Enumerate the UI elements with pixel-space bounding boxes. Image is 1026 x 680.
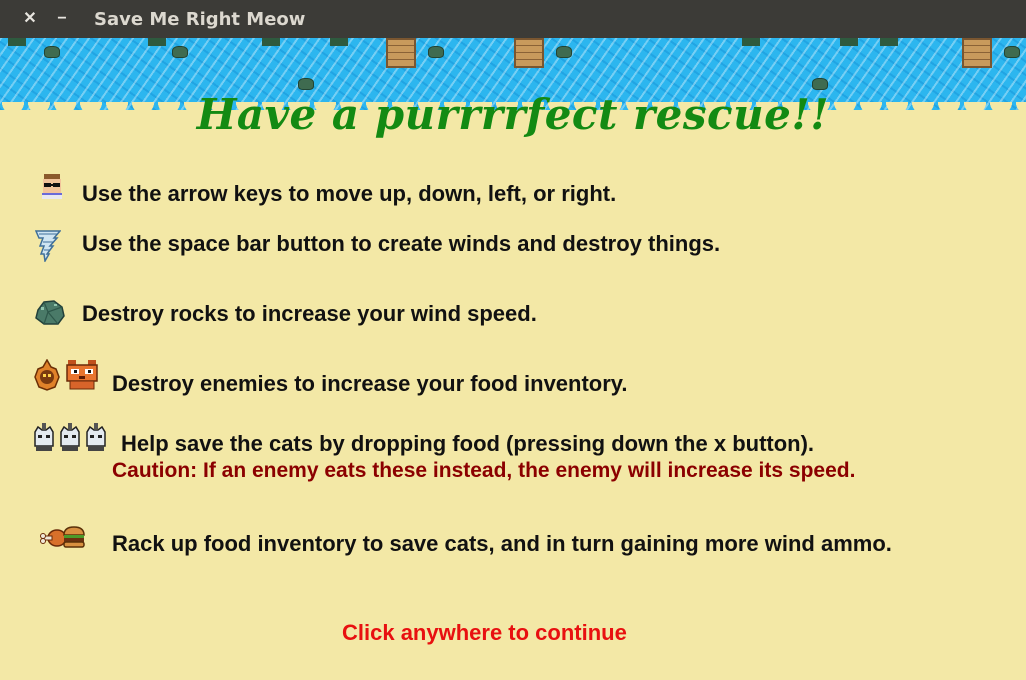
shore-post xyxy=(8,38,26,46)
instruction-text: Destroy enemies to increase your food in… xyxy=(112,371,628,396)
headline: Have a purrrrfect rescue!! xyxy=(196,90,830,139)
cat-icon xyxy=(84,422,108,452)
water-rock xyxy=(556,46,572,58)
water-rock xyxy=(172,46,188,58)
shore-post xyxy=(148,38,166,46)
enemy-fireball-icon xyxy=(34,359,60,391)
wooden-dock xyxy=(962,38,992,68)
shore-post xyxy=(880,38,898,46)
water-rock xyxy=(812,78,828,90)
window-titlebar: ✕ − Save Me Right Meow xyxy=(0,0,1026,38)
close-button[interactable]: ✕ xyxy=(20,9,40,29)
instruction-text: Use the arrow keys to move up, down, lef… xyxy=(82,181,617,206)
water-rock xyxy=(298,78,314,90)
water-rock xyxy=(428,46,444,58)
wooden-dock xyxy=(514,38,544,68)
instruction-text: Rack up food inventory to save cats, and… xyxy=(112,531,892,556)
player-icon xyxy=(38,172,66,200)
shore-post xyxy=(840,38,858,46)
instruction-text: Help save the cats by dropping food (pre… xyxy=(121,431,815,456)
minimize-button[interactable]: − xyxy=(52,9,72,29)
tornado-icon xyxy=(35,228,61,262)
window-title: Save Me Right Meow xyxy=(94,9,306,30)
shore-post xyxy=(742,38,760,46)
wooden-dock xyxy=(386,38,416,68)
caution-text: Caution: If an enemy eats these instead,… xyxy=(112,459,856,482)
instruction-text: Destroy rocks to increase your wind spee… xyxy=(82,301,537,326)
cat-icon xyxy=(32,422,56,452)
continue-prompt[interactable]: Click anywhere to continue xyxy=(342,620,627,646)
burger-icon xyxy=(62,526,86,548)
enemy-raccoon-icon xyxy=(64,358,100,390)
shore-post xyxy=(330,38,348,46)
instruction-text: Use the space bar button to create winds… xyxy=(82,231,721,256)
water-rock xyxy=(44,46,60,58)
game-canvas[interactable]: Have a purrrrfect rescue!! Use the arrow… xyxy=(0,38,1026,680)
water-rock xyxy=(1004,46,1020,58)
shore-post xyxy=(262,38,280,46)
cat-icon xyxy=(58,422,82,452)
rock-icon xyxy=(34,298,66,326)
